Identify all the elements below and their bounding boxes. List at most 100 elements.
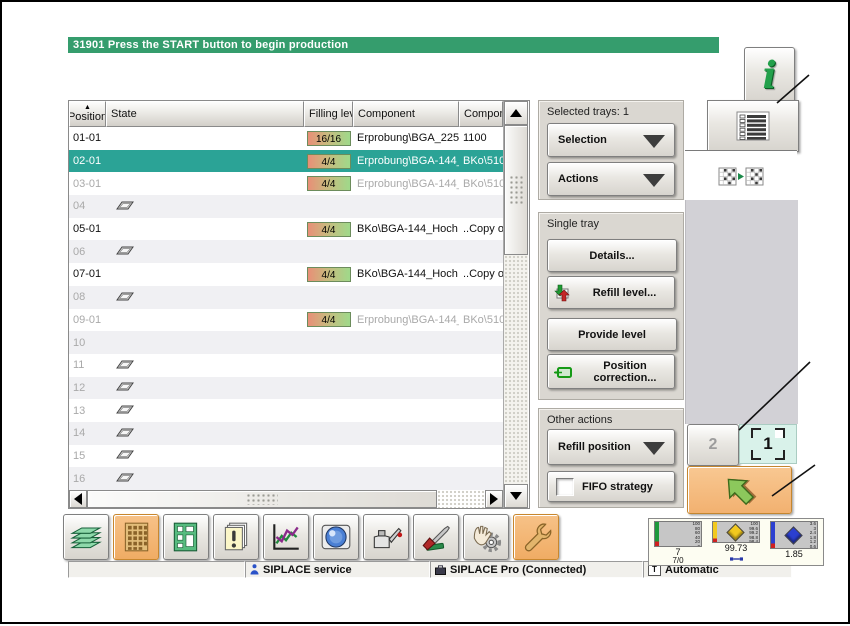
table-body: 01-01 16/16 Erprobung\BGA_225 1100 02-01 4/4 E… (69, 127, 503, 490)
cell-state (106, 471, 304, 486)
position-correction-button[interactable]: Position correction... (547, 354, 675, 389)
fifo-checkbox[interactable] (556, 477, 574, 496)
camera-button[interactable] (313, 514, 359, 560)
tab-tray-list[interactable] (707, 100, 799, 152)
horizontal-scroll-thumb[interactable] (87, 490, 437, 508)
filling-level-badge: 4/4 (306, 221, 351, 237)
tray-row-05-01[interactable]: 05-01 4/4 BKo\BGA-144_Hoch ..Copy of 51 (69, 217, 503, 241)
column-header-filling-level[interactable]: Filling level (304, 101, 353, 127)
info-button[interactable]: i (744, 47, 795, 103)
cell-position: 04 (73, 200, 86, 213)
cycle-time-gauge: 3.6 3 2.4 1.8 1.2 0.6 1.85 (768, 521, 820, 565)
tray-row-03-01[interactable]: 03-01 4/4 Erprobung\BGA-144_2 BKo\5103 (69, 172, 503, 196)
oil-can-button[interactable] (363, 514, 409, 560)
cell-filling-level: 4/4 (304, 266, 353, 282)
cell-position: 16 (73, 472, 86, 485)
vertical-scroll-track[interactable] (504, 255, 528, 484)
cell-position: 03-01 (73, 177, 102, 190)
boards-count-gauge: 100 80 60 40 20 0 7 7/0 (652, 521, 704, 565)
service-wrench-button[interactable] (513, 514, 559, 560)
single-tray-group: Single tray Details... Refill level... P… (538, 212, 684, 400)
gauge-scale-labels: 100 80 60 40 20 0 (692, 521, 700, 547)
connector-icon (729, 553, 743, 565)
tray-row-06[interactable]: 06 (69, 240, 503, 264)
scroll-down-button[interactable] (504, 484, 528, 508)
scroll-left-button[interactable] (69, 490, 87, 508)
cell-state (106, 448, 304, 463)
manual-gear-icon (469, 520, 503, 554)
column-header-state[interactable]: State (106, 101, 304, 127)
gauge-sub-value: 7/0 (672, 556, 684, 565)
cell-state (106, 403, 304, 418)
production-gauges-panel: 10080604020077/010099.699.298.898.49899.… (648, 518, 824, 566)
cell-position: 14 (73, 427, 86, 440)
column-header-position[interactable]: ▲ Position (69, 101, 106, 127)
column-header-component[interactable]: Component (353, 101, 459, 127)
cell-filling-level: 4/4 (304, 153, 353, 169)
station-layout-button[interactable] (163, 514, 209, 560)
cell-component-id: ..Copy of 51 (463, 223, 503, 236)
tray-row-12[interactable]: 12 (69, 376, 503, 400)
scroll-right-button[interactable] (485, 490, 503, 508)
tab-tray-transfer[interactable] (685, 150, 797, 201)
tray-row-15[interactable]: 15 (69, 444, 503, 468)
arrow-up-icon (510, 109, 522, 117)
repair-tool-button[interactable] (413, 514, 459, 560)
actions-dropdown-button[interactable]: Actions (547, 162, 675, 196)
tray-table-button[interactable] (113, 514, 159, 560)
manual-gear-button[interactable] (463, 514, 509, 560)
cell-position: 05-01 (73, 223, 102, 236)
tray-row-09-01[interactable]: 09-01 4/4 Erprobung\BGA-144_3 BKo\5103 (69, 308, 503, 332)
cell-component: BKo\BGA-144_Hoch (357, 268, 458, 281)
tray-row-11[interactable]: 11 (69, 353, 503, 377)
filling-level-badge: 4/4 (306, 176, 351, 192)
vertical-scroll-thumb[interactable] (504, 125, 528, 255)
other-actions-label: Other actions (547, 414, 613, 426)
selection-dropdown-button[interactable]: Selection (547, 123, 675, 157)
tray-row-04[interactable]: 04 (69, 195, 503, 218)
details-button[interactable]: Details... (547, 239, 677, 272)
selection-label: Selection (558, 134, 607, 146)
host-icon (435, 564, 446, 575)
horizontal-scrollbar[interactable] (69, 490, 503, 508)
refill-position-dropdown-button[interactable]: Refill position (547, 429, 675, 465)
provide-level-label: Provide level (578, 328, 646, 341)
refill-position-label: Refill position (558, 441, 631, 453)
cell-filling-level: 16/16 (304, 130, 353, 146)
page-2-label: 2 (708, 436, 718, 453)
selected-trays-group: Selected trays: 1 Selection Actions (538, 100, 684, 200)
info-icon: i (762, 53, 777, 97)
page-2-button[interactable]: 2 (687, 424, 739, 466)
cell-component: Erprobung\BGA-144_1 (357, 155, 459, 168)
tray-row-02-01[interactable]: 02-01 4/4 Erprobung\BGA-144_1 BKo\5103 (69, 149, 503, 173)
tray-row-14[interactable]: 14 (69, 421, 503, 445)
tray-row-01-01[interactable]: 01-01 16/16 Erprobung\BGA_225 1100 (69, 127, 503, 150)
arrow-down-icon (510, 492, 522, 500)
statistics-button[interactable] (263, 514, 309, 560)
empty-tray-icon (116, 426, 134, 441)
corner-mark (775, 428, 785, 438)
column-header-component[interactable]: Component (459, 101, 503, 127)
provide-level-button[interactable]: Provide level (547, 318, 677, 351)
cell-state (106, 426, 304, 441)
cell-position: 11 (73, 359, 85, 372)
vertical-scrollbar[interactable] (503, 101, 528, 508)
column-header-label: Component (358, 108, 415, 120)
tray-row-16[interactable]: 16 (69, 467, 503, 490)
page-1-button[interactable]: 1 (739, 424, 797, 464)
error-list-button[interactable] (213, 514, 259, 560)
tray-row-13[interactable]: 13 (69, 399, 503, 422)
message-bar: 31901 Press the START button to begin pr… (68, 37, 719, 53)
filling-level-badge: 16/16 (306, 130, 351, 146)
tray-row-08[interactable]: 08 (69, 285, 503, 309)
fifo-strategy-toggle[interactable]: FIFO strategy (547, 471, 675, 502)
gauge-scale-bar (713, 522, 717, 542)
refill-level-button[interactable]: Refill level... (547, 276, 675, 309)
tray-row-10[interactable]: 10 (69, 331, 503, 354)
back-button[interactable] (687, 466, 792, 514)
scroll-up-button[interactable] (504, 101, 528, 125)
horizontal-scroll-track[interactable] (437, 490, 485, 508)
tray-row-07-01[interactable]: 07-01 4/4 BKo\BGA-144_Hoch ..Copy of 51 (69, 263, 503, 286)
magazine-stack-button[interactable] (63, 514, 109, 560)
boards-count-gauge-tile: 100 80 60 40 20 0 (654, 521, 702, 547)
